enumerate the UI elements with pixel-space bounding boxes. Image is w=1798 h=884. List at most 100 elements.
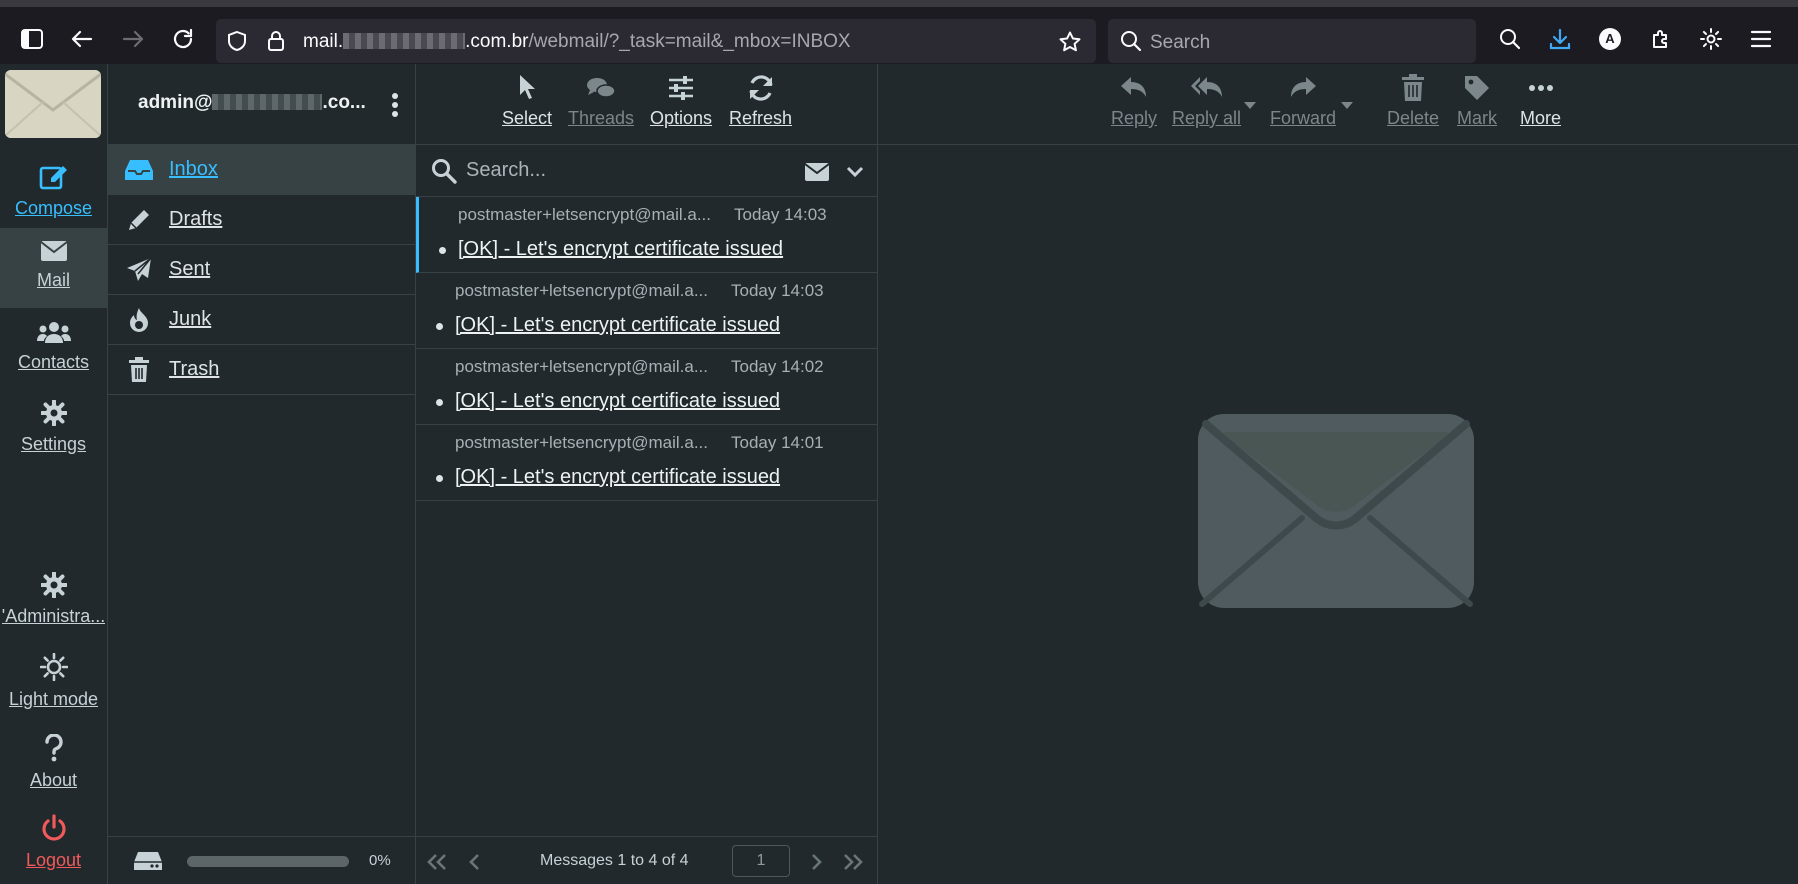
compose-icon [39,162,69,190]
profile-avatar[interactable]: A [1595,24,1625,54]
folder-inbox[interactable]: Inbox [108,145,415,195]
extensions-icon[interactable] [1646,24,1676,54]
chevron-down-icon[interactable] [846,165,864,179]
folder-drafts[interactable]: Drafts [108,195,415,245]
preview-pane: Reply Reply all Forward Delete Mark More [878,64,1798,884]
compose-label: Compose [14,198,93,218]
envelope-filter-icon[interactable] [804,162,830,182]
search-icon [1120,30,1142,52]
browser-toolbar: mail. .com.br/webmail/?_task=mail&_mbox=I… [0,0,1798,64]
folder-label: Drafts [169,208,223,230]
nav-settings[interactable]: Settings [0,388,107,468]
quota-footer: 0% [108,836,415,884]
find-icon[interactable] [1495,24,1525,54]
mark-label: Mark [1457,108,1497,128]
list-search-bar[interactable]: Search... [416,145,877,197]
shield-icon[interactable] [226,30,248,52]
reply-all-button[interactable]: Reply all [1172,74,1241,129]
message-subject[interactable]: [OK] - Let's encrypt certificate issued [455,390,780,413]
sliders-icon [667,74,695,102]
reply-button[interactable]: Reply [1111,74,1157,129]
nav-mail[interactable]: Mail [0,228,107,308]
message-subject[interactable]: [OK] - Let's encrypt certificate issued [455,466,780,489]
nav-administration[interactable]: 'Administra... [0,560,107,640]
delete-label: Delete [1387,108,1440,128]
refresh-button[interactable]: Refresh [729,74,792,129]
next-page-icon[interactable] [809,853,823,871]
folder-trash[interactable]: Trash [108,345,415,395]
message-row[interactable]: postmaster+letsencrypt@mail.a... Today 1… [416,349,877,425]
trash-icon [1401,74,1425,102]
settings-gear-icon [40,400,67,426]
kebab-menu-icon[interactable] [390,91,400,119]
nav-contacts[interactable]: Contacts [0,308,107,388]
admin-gear-icon [40,572,67,598]
account-name: admin@ .co... [138,92,366,114]
last-page-icon[interactable] [842,853,864,871]
message-date: Today 14:03 [734,205,827,224]
hamburger-menu-icon[interactable] [1746,24,1776,54]
lock-icon[interactable] [266,30,286,52]
message-date: Today 14:01 [731,433,824,452]
tag-icon [1463,74,1491,102]
select-button[interactable]: Select [502,74,552,129]
back-icon[interactable] [67,24,97,54]
browser-search-placeholder: Search [1150,32,1211,53]
folder-header: admin@ .co... [108,64,415,145]
message-row[interactable]: postmaster+letsencrypt@mail.a... Today 1… [416,197,877,273]
download-icon[interactable] [1545,24,1575,54]
compose-button[interactable]: Compose [0,150,107,230]
quota-progress-bar [187,856,349,867]
account-prefix: admin@ [138,92,213,113]
forward-dropdown-icon[interactable] [1341,102,1353,110]
nav-light-mode[interactable]: Light mode [0,641,107,721]
message-from: postmaster+letsencrypt@mail.a... [455,281,708,300]
url-path: /webmail/?_task=mail&_mbox=INBOX [528,31,851,52]
reply-all-dropdown-icon[interactable] [1244,102,1256,110]
logout-button[interactable]: Logout [0,802,107,882]
folder-sent[interactable]: Sent [108,245,415,295]
light-mode-label: Light mode [8,689,99,709]
message-row[interactable]: postmaster+letsencrypt@mail.a... Today 1… [416,273,877,349]
options-button[interactable]: Options [650,74,712,129]
browser-settings-gear-icon[interactable] [1696,24,1726,54]
message-subject[interactable]: [OK] - Let's encrypt certificate issued [455,314,780,337]
message-subject[interactable]: [OK] - Let's encrypt certificate issued [458,238,783,261]
previous-page-icon[interactable] [468,853,482,871]
hard-drive-icon [133,850,163,872]
pencil-icon [124,205,154,235]
nav-about[interactable]: About [0,722,107,802]
pager-text: Messages 1 to 4 of 4 [540,852,689,869]
sidebar-toggle-icon[interactable] [17,24,47,54]
logo-envelope-icon[interactable] [5,70,101,138]
folder-label: Inbox [169,158,218,180]
forward-button[interactable]: Forward [1270,74,1336,129]
list-toolbar: Select Threads Options Refresh [416,64,877,145]
refresh-icon [747,74,775,102]
browser-search-bar[interactable]: Search [1108,19,1476,63]
delete-button[interactable]: Delete [1387,74,1439,129]
cursor-icon [516,74,538,102]
threads-button[interactable]: Threads [568,74,634,129]
page-number-input[interactable]: 1 [732,845,790,877]
account-suffix: .co... [322,92,366,113]
folder-label: Trash [169,358,220,380]
message-row[interactable]: postmaster+letsencrypt@mail.a... Today 1… [416,425,877,501]
unread-dot [436,475,443,482]
folder-junk[interactable]: Junk [108,295,415,345]
unread-dot [436,399,443,406]
forward-icon[interactable] [118,24,148,54]
message-toolbar: Reply Reply all Forward Delete Mark More [878,64,1798,145]
first-page-icon[interactable] [426,853,448,871]
reload-icon[interactable] [168,24,198,54]
logout-label: Logout [25,850,82,870]
trash-icon [124,355,154,385]
bookmark-star-icon[interactable] [1058,30,1082,54]
mark-button[interactable]: Mark [1457,74,1497,129]
mail-label: Mail [36,270,70,290]
more-label: More [1520,108,1562,128]
reply-icon [1119,74,1149,102]
url-domain-suffix: .com.br [465,31,529,52]
more-button[interactable]: More [1520,74,1561,129]
url-bar[interactable]: mail. .com.br/webmail/?_task=mail&_mbox=I… [216,19,1096,63]
